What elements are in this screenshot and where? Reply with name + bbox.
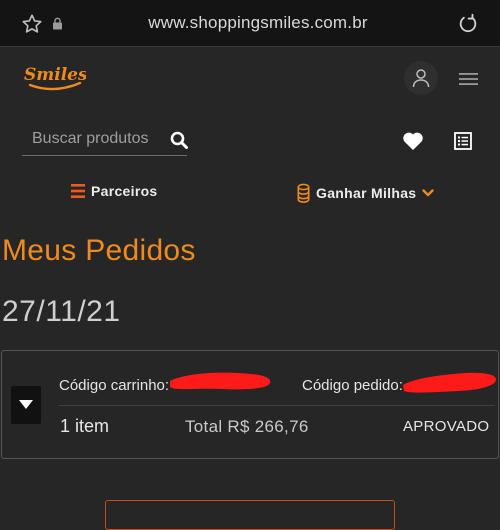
order-date: 27/11/21 — [2, 295, 121, 328]
user-account-button[interactable] — [404, 61, 438, 95]
item-count: 1 item — [60, 416, 110, 436]
url-text[interactable]: www.shoppingsmiles.com.br — [0, 13, 500, 33]
redaction-mark — [170, 372, 271, 390]
redaction-mark — [403, 372, 497, 393]
order-total: Total R$ 266,76 — [185, 417, 309, 436]
chevron-down-icon — [422, 189, 435, 197]
reload-icon[interactable] — [457, 13, 479, 35]
search-bar — [22, 126, 188, 156]
heart-icon[interactable] — [402, 131, 424, 151]
smiles-logo[interactable]: Smiles — [22, 63, 86, 93]
expand-order-button[interactable] — [11, 386, 41, 424]
menu-icon[interactable] — [459, 72, 478, 86]
logo-text: Smiles — [24, 65, 86, 85]
list-menu-icon — [71, 184, 85, 198]
nav-partners-label: Parceiros — [91, 183, 158, 199]
order-code-label: Código pedido: — [302, 377, 403, 394]
user-icon — [412, 69, 430, 88]
order-status: APROVADO — [403, 418, 490, 435]
search-input[interactable] — [32, 126, 162, 152]
nav-earn-miles[interactable]: Ganhar Milhas — [297, 183, 435, 203]
card-divider — [59, 405, 495, 406]
coins-icon — [297, 183, 310, 203]
page-title: Meus Pedidos — [2, 234, 196, 267]
nav-miles-label: Ganhar Milhas — [316, 185, 417, 201]
order-card: Código carrinho: Código pedido: 1 item T… — [1, 350, 499, 459]
site-header: Smiles — [0, 47, 500, 173]
browser-address-bar: www.shoppingsmiles.com.br — [0, 0, 500, 47]
search-icon[interactable] — [170, 131, 188, 149]
nav-partners[interactable]: Parceiros — [71, 183, 158, 199]
cart-code-label: Código carrinho: — [59, 377, 170, 394]
caret-down-icon — [19, 400, 33, 409]
list-icon[interactable] — [454, 132, 472, 150]
main-nav: Parceiros Ganhar Milhas — [0, 173, 500, 213]
bottom-action-button[interactable] — [105, 500, 395, 530]
